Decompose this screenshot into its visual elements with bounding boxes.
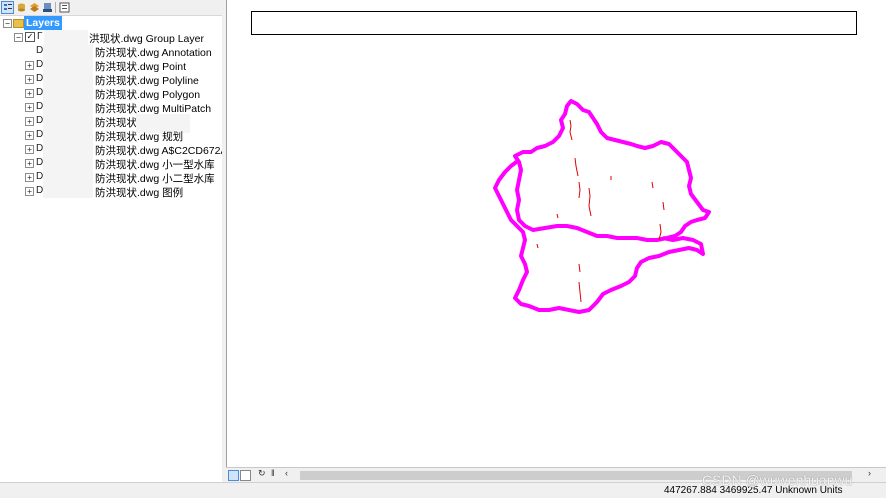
options-icon[interactable]	[58, 1, 71, 14]
tree-row-sublayer[interactable]: + D 防洪现状.dwg Polygon	[0, 86, 222, 101]
expand-icon[interactable]: +	[25, 145, 34, 154]
redacted-region	[44, 30, 88, 44]
tree-row-sublayer[interactable]: D 防洪现状.dwg Annotation	[0, 44, 222, 59]
expand-icon[interactable]: +	[25, 61, 34, 70]
river-line	[578, 281, 582, 303]
tree-row-layers-root[interactable]: − Layers	[0, 16, 222, 30]
pause-drawing-icon[interactable]: ‖	[271, 468, 275, 478]
tree-row-sublayer[interactable]: + D 防洪现状.dwg 小一型水库	[0, 156, 222, 171]
collapse-icon[interactable]: −	[14, 33, 23, 42]
river-line	[536, 243, 539, 249]
river-line	[662, 201, 665, 211]
river-line	[588, 187, 592, 217]
river-line	[578, 263, 581, 273]
expand-icon[interactable]: +	[25, 159, 34, 168]
expand-icon[interactable]: +	[25, 187, 34, 196]
layout-view-icon[interactable]	[240, 470, 251, 481]
list-by-selection-icon[interactable]	[41, 1, 54, 14]
redacted-region	[43, 44, 93, 198]
scroll-right-icon[interactable]: ›	[868, 468, 871, 478]
tree-row-sublayer[interactable]: + D 防洪现状.dwg 图例	[0, 184, 222, 200]
toolbar-separator	[55, 2, 56, 13]
scroll-left-icon[interactable]: ‹	[285, 468, 288, 478]
tree-row-sublayer[interactable]: + D 防洪现状.dwg 小二型水库	[0, 170, 222, 185]
collapse-icon[interactable]: −	[3, 19, 12, 28]
list-by-visibility-icon[interactable]	[28, 1, 41, 14]
northern-basin-outline	[513, 99, 711, 242]
group-layer-prefix: Г	[37, 31, 43, 42]
tree-row-sublayer[interactable]: + D 防洪现状.c	[0, 114, 222, 133]
table-of-contents-panel: − Layers − ✓ Г 洪现状.dwg Group Layer D 防洪现…	[0, 0, 234, 497]
sublayer-label[interactable]: 防洪现状.dwg 图例	[95, 185, 183, 200]
expand-icon[interactable]: +	[25, 75, 34, 84]
toc-toolbar	[0, 0, 222, 16]
river-line	[651, 181, 654, 189]
list-by-source-icon[interactable]	[15, 1, 28, 14]
tree-row-sublayer[interactable]: + D 防洪现状.dwg A$C2CD672AE	[0, 142, 234, 157]
river-line	[578, 181, 581, 199]
list-by-drawing-order-icon[interactable]	[1, 1, 14, 14]
river-line	[569, 119, 573, 141]
expand-icon[interactable]: +	[25, 89, 34, 98]
tree-row-sublayer[interactable]: + D 防洪现状.dwg 规划	[0, 128, 222, 143]
tree-row-sublayer[interactable]: + D 防洪现状.dwg Polyline	[0, 72, 222, 87]
layers-root-label[interactable]: Layers	[24, 16, 62, 30]
group-layer-checkbox[interactable]: ✓	[25, 32, 35, 42]
map-canvas[interactable]	[227, 0, 886, 467]
expand-icon[interactable]: +	[25, 103, 34, 112]
layers-folder-icon	[13, 19, 24, 28]
river-line	[574, 157, 579, 177]
tree-row-sublayer[interactable]: + D 防洪现状.dwg MultiPatch	[0, 100, 222, 115]
expand-icon[interactable]: +	[25, 173, 34, 182]
map-display[interactable]	[226, 0, 886, 467]
tree-row-sublayer[interactable]: + D 防洪现状.dwg Point	[0, 58, 222, 73]
expand-icon[interactable]: +	[25, 117, 34, 126]
boundary-polygons	[493, 99, 711, 314]
river-line	[556, 213, 559, 219]
tree-row-group-layer[interactable]: − ✓ Г 洪现状.dwg Group Layer	[0, 30, 222, 45]
watermark: CSDN @wuwenhuanwu	[702, 472, 853, 488]
refresh-icon[interactable]: ↻	[258, 468, 266, 479]
expand-icon[interactable]: +	[25, 131, 34, 140]
data-view-icon[interactable]	[228, 470, 239, 481]
